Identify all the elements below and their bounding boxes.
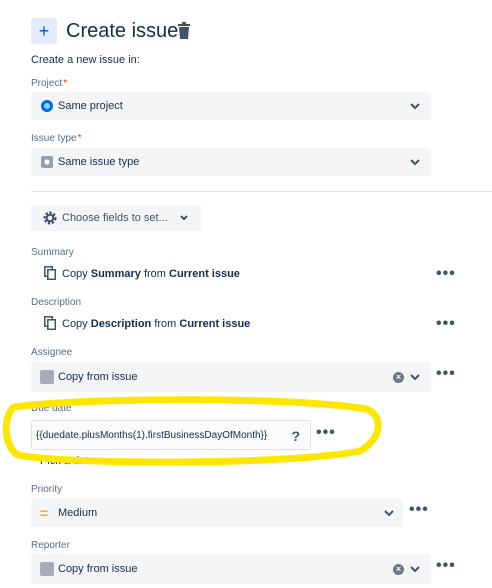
choose-fields-label: Choose fields to set... xyxy=(62,212,168,224)
required-mark: * xyxy=(77,133,82,144)
assignee-label: Assignee xyxy=(31,347,73,358)
page-title: Create issue xyxy=(66,20,179,42)
project-label: Project* xyxy=(31,78,67,89)
source-name: Current issue xyxy=(179,318,251,330)
add-action-button[interactable]: + xyxy=(31,18,57,44)
priority-select[interactable]: = Medium xyxy=(31,499,403,527)
priority-select-value: Medium xyxy=(58,507,98,519)
field-name: Summary xyxy=(90,268,141,280)
reporter-more-button[interactable]: ••• xyxy=(436,558,456,574)
priority-more-button[interactable]: ••• xyxy=(409,502,429,518)
trash-icon[interactable] xyxy=(177,22,191,40)
chevron-down-icon xyxy=(410,566,420,573)
assignee-select-value: Copy from issue xyxy=(58,371,138,383)
summary-more-button[interactable]: ••• xyxy=(436,266,456,282)
issue-type-label-text: Issue type xyxy=(31,133,77,144)
user-avatar-icon xyxy=(40,562,54,576)
copy-icon xyxy=(44,266,56,280)
copy-prefix: Copy xyxy=(62,268,91,280)
chevron-down-icon xyxy=(384,510,394,517)
field-name: Description xyxy=(90,318,152,330)
copy-icon xyxy=(44,316,56,330)
summary-label: Summary xyxy=(31,247,74,258)
description-label: Description xyxy=(31,297,82,308)
source-name: Current issue xyxy=(169,268,240,280)
priority-label: Priority xyxy=(31,484,63,495)
required-mark: * xyxy=(63,78,68,89)
chevron-down-icon xyxy=(410,374,420,381)
issue-type-label: Issue type* xyxy=(31,133,82,144)
due-date-label: Due date xyxy=(31,403,72,414)
globe-icon xyxy=(41,100,53,112)
from-word: from xyxy=(151,318,180,330)
description-copy-text: Copy Description from Current issue xyxy=(62,318,250,330)
chevron-down-icon xyxy=(410,103,420,110)
chevron-down-icon xyxy=(410,159,420,166)
from-word: from xyxy=(140,268,170,280)
issue-type-icon xyxy=(41,156,53,168)
priority-medium-icon: = xyxy=(40,505,49,521)
gear-icon xyxy=(43,211,57,225)
description-more-button[interactable]: ••• xyxy=(436,316,456,332)
summary-copy-text: Copy Summary from Current issue xyxy=(62,268,240,280)
subtitle: Create a new issue in: xyxy=(31,54,140,66)
issue-type-select-value: Same issue type xyxy=(58,156,140,168)
pick-date-link[interactable]: Pick a date xyxy=(40,455,94,467)
user-avatar-icon xyxy=(40,370,54,384)
choose-fields-button[interactable]: Choose fields to set... xyxy=(31,205,201,231)
project-select-value: Same project xyxy=(58,100,123,112)
clear-icon[interactable]: × xyxy=(393,372,404,383)
project-select[interactable]: Same project xyxy=(31,92,431,120)
issue-type-select[interactable]: Same issue type xyxy=(31,148,431,176)
divider xyxy=(31,191,492,192)
reporter-select-value: Copy from issue xyxy=(58,563,138,575)
chevron-down-icon xyxy=(180,215,188,221)
due-date-input[interactable]: {{duedate.plusMonths(1).firstBusinessDay… xyxy=(31,420,311,450)
assignee-more-button[interactable]: ••• xyxy=(436,366,456,382)
help-icon[interactable]: ? xyxy=(291,428,300,444)
clear-icon[interactable]: × xyxy=(393,564,404,575)
reporter-select[interactable]: Copy from issue × xyxy=(31,554,431,584)
due-date-value: {{duedate.plusMonths(1).firstBusinessDay… xyxy=(36,430,268,441)
project-label-text: Project xyxy=(31,78,63,89)
due-date-more-button[interactable]: ••• xyxy=(316,425,336,441)
assignee-select[interactable]: Copy from issue × xyxy=(31,362,431,392)
reporter-label: Reporter xyxy=(31,540,70,551)
copy-prefix: Copy xyxy=(62,318,91,330)
